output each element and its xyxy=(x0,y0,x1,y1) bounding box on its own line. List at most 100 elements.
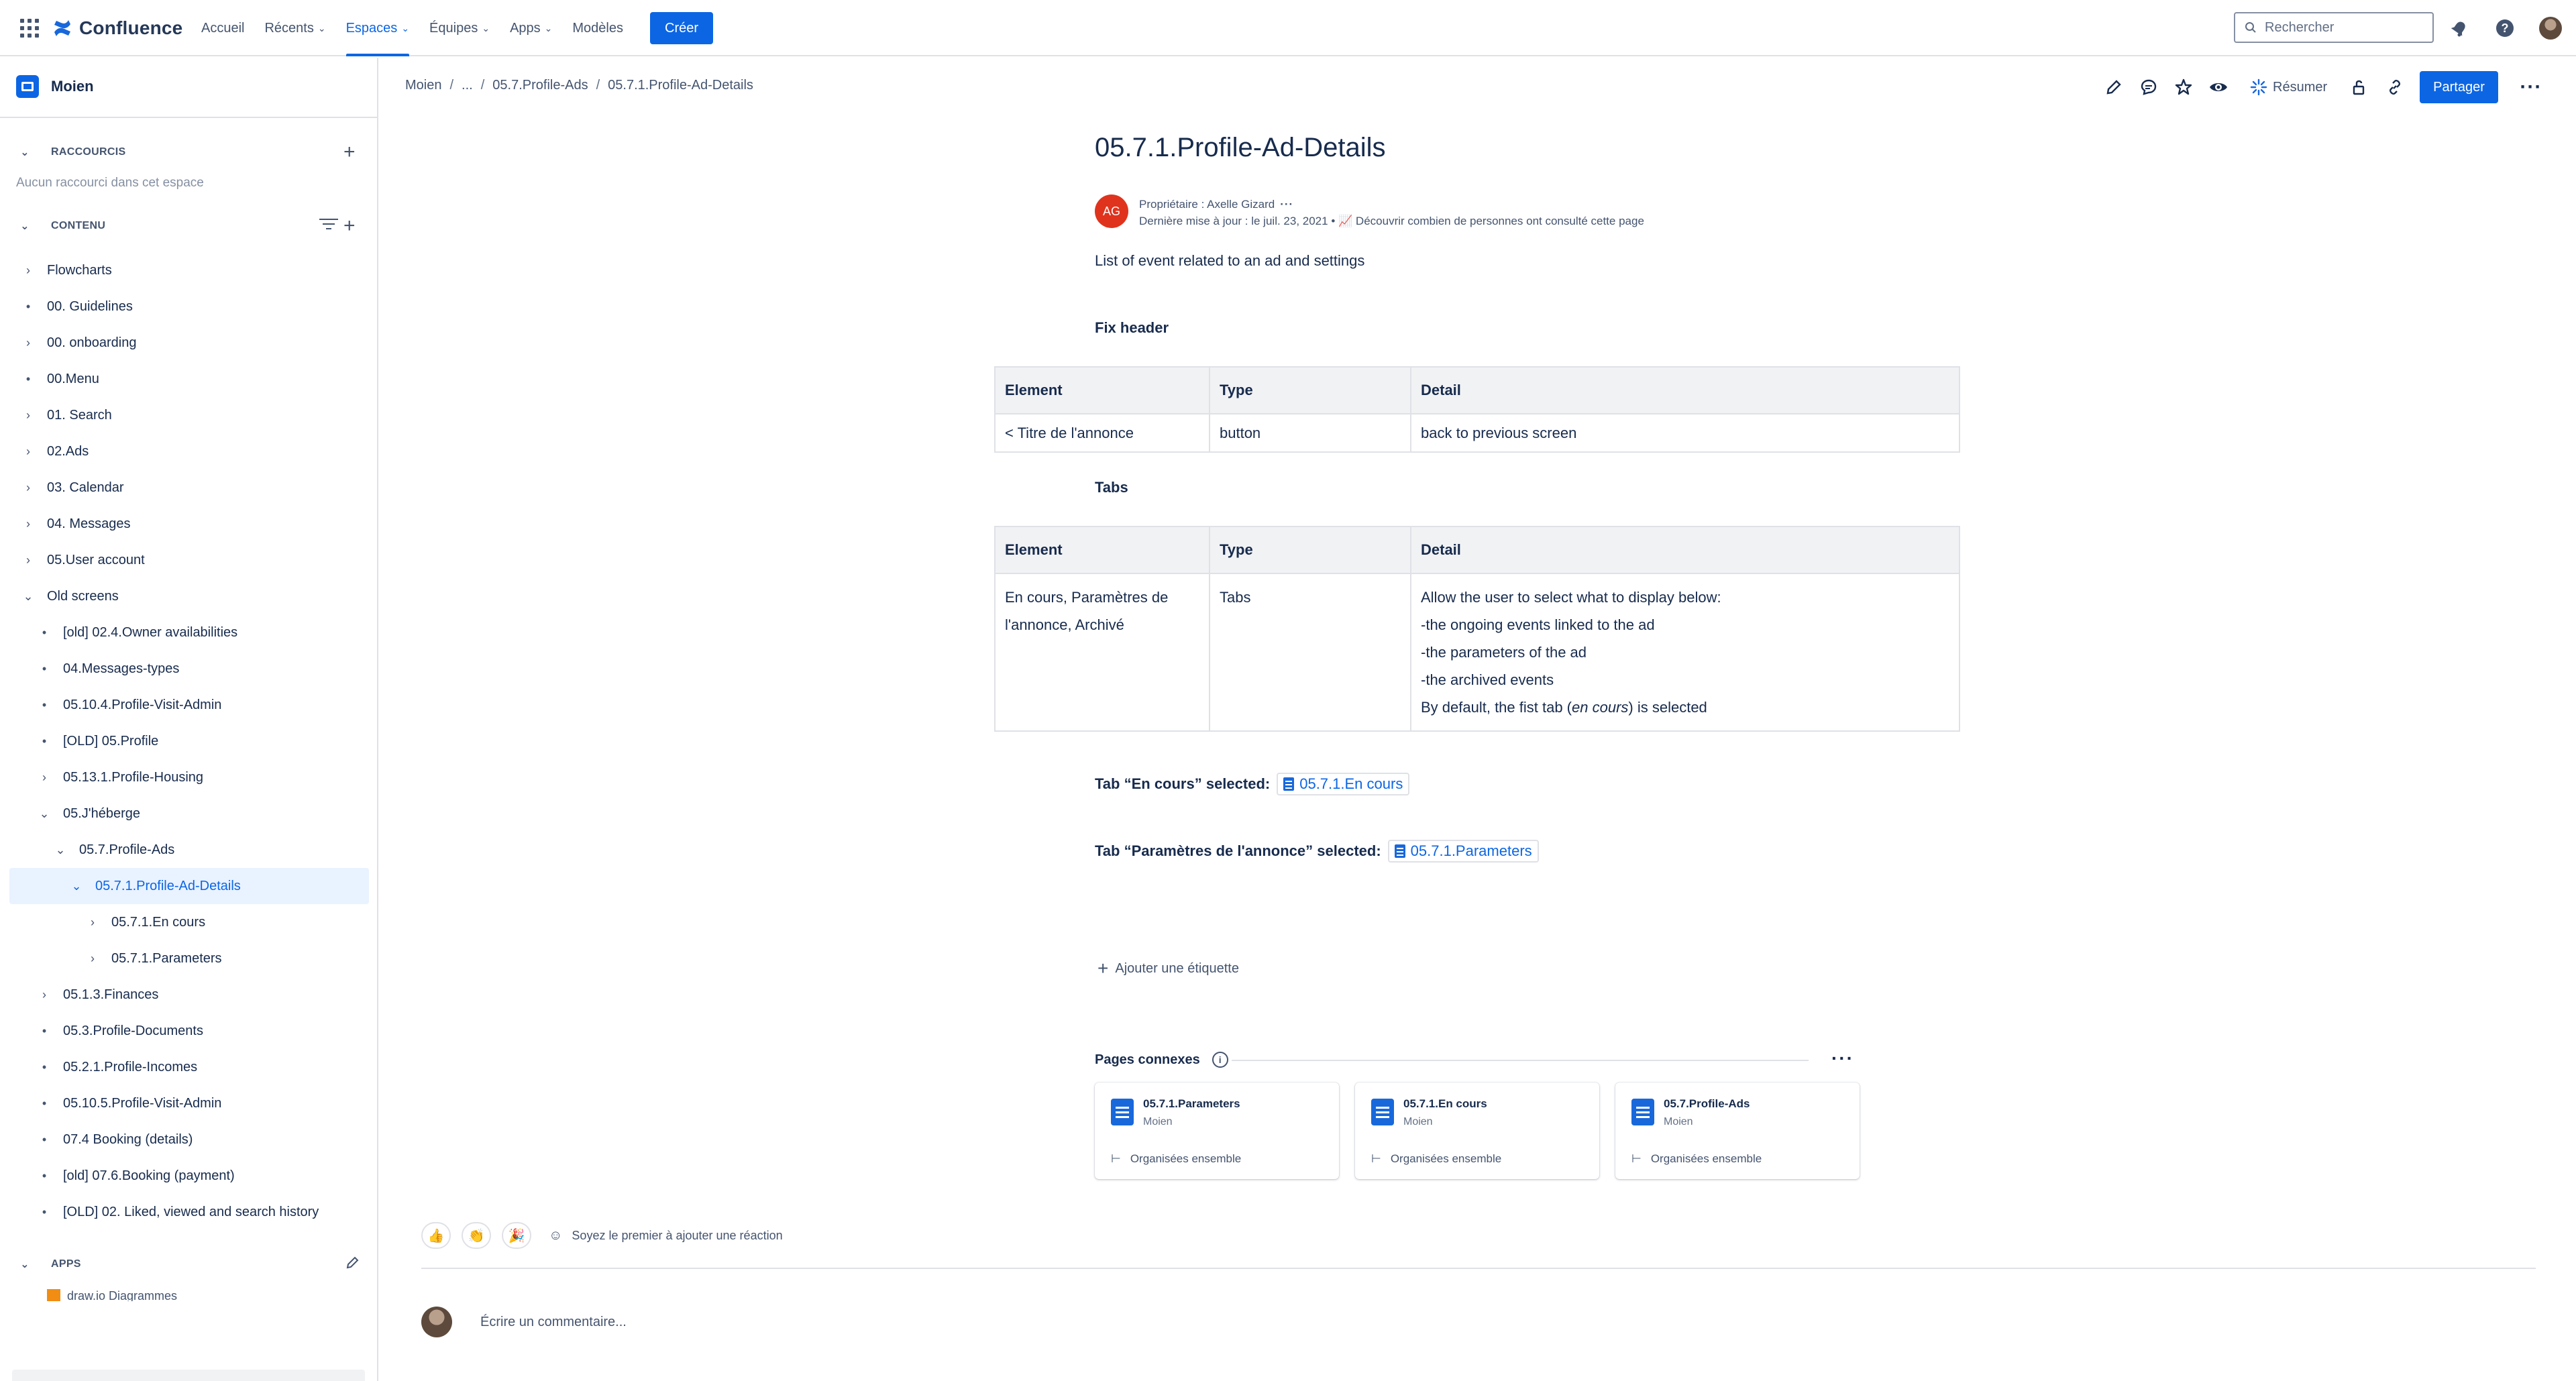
user-avatar[interactable] xyxy=(2537,15,2564,42)
more-actions-icon[interactable]: ··· xyxy=(2520,76,2541,98)
space-header[interactable]: Moien xyxy=(16,75,94,98)
notifications-icon[interactable] xyxy=(2446,15,2473,42)
add-label-button[interactable]: + Ajouter une étiquette xyxy=(1097,959,1239,978)
confluence-logo[interactable]: Confluence xyxy=(52,17,182,39)
chevron-right-icon[interactable]: › xyxy=(20,408,36,423)
tree-item[interactable]: • 07.4 Booking (details) xyxy=(0,1121,377,1158)
chevron-right-icon[interactable]: › xyxy=(36,988,52,1002)
tree-item[interactable]: › 05.User account xyxy=(0,542,377,578)
chevron-right-icon[interactable]: › xyxy=(36,771,52,785)
tree-item[interactable]: › 01. Search xyxy=(0,397,377,433)
tree-item[interactable]: • [OLD] 05.Profile xyxy=(0,723,377,759)
tree-item[interactable]: › 05.7.1.Parameters xyxy=(0,940,377,977)
nav-apps[interactable]: Apps ⌄ xyxy=(510,0,552,56)
comment-composer[interactable]: Écrire un commentaire... xyxy=(421,1307,627,1337)
add-reaction[interactable]: ☺ Soyez le premier à ajouter une réactio… xyxy=(549,1228,783,1244)
tree-item[interactable]: ⌄ 05.7.Profile-Ads xyxy=(0,832,377,868)
nav-spaces[interactable]: Espaces ⌄ xyxy=(345,0,410,56)
party-reaction-icon[interactable]: 🎉 xyxy=(502,1222,531,1249)
edit-icon[interactable] xyxy=(2104,77,2124,97)
clap-reaction-icon[interactable]: 👏 xyxy=(462,1222,491,1249)
byline-more-icon[interactable]: ··· xyxy=(1280,198,1293,211)
chevron-right-icon[interactable]: › xyxy=(20,336,36,350)
chevron-down-icon[interactable]: ⌄ xyxy=(20,590,36,604)
chevron-right-icon[interactable]: › xyxy=(20,264,36,278)
shortcuts-empty-text: Aucun raccourci dans cet espace xyxy=(16,176,204,190)
tree-item[interactable]: • 05.10.5.Profile-Visit-Admin xyxy=(0,1085,377,1121)
tree-item[interactable]: • 05.2.1.Profile-Incomes xyxy=(0,1049,377,1085)
owner-avatar[interactable]: AG xyxy=(1095,195,1128,228)
help-icon[interactable]: ? xyxy=(2491,15,2518,42)
tree-item[interactable]: • 00. Guidelines xyxy=(0,288,377,325)
nav-home[interactable]: Accueil xyxy=(201,0,244,56)
nav-recent[interactable]: Récents ⌄ xyxy=(264,0,325,56)
shortcuts-section-header[interactable]: ⌄ RACCOURCIS xyxy=(16,144,125,161)
page-link-en-cours[interactable]: 05.7.1.En cours xyxy=(1277,773,1410,795)
chevron-down-icon[interactable]: ⌄ xyxy=(36,807,52,821)
breadcrumb-ellipsis[interactable]: ... xyxy=(462,78,473,93)
related-page-card[interactable]: 05.7.1.Parameters Moien ⊢ Organisées ense… xyxy=(1095,1083,1339,1179)
more-icon[interactable]: ··· xyxy=(1831,1048,1854,1069)
chevron-right-icon[interactable]: › xyxy=(85,916,101,930)
info-icon[interactable]: i xyxy=(1212,1052,1228,1068)
thumbs-up-reaction-icon[interactable]: 👍 xyxy=(421,1222,451,1249)
nav-teams[interactable]: Équipes ⌄ xyxy=(429,0,490,56)
tree-item[interactable]: › 03. Calendar xyxy=(0,469,377,506)
restrictions-icon[interactable] xyxy=(2350,77,2370,97)
app-switcher-icon[interactable] xyxy=(20,19,39,38)
chevron-right-icon[interactable]: › xyxy=(20,481,36,495)
tree-item[interactable]: › 04. Messages xyxy=(0,506,377,542)
tree-item[interactable]: • 00.Menu xyxy=(0,361,377,397)
search-input[interactable]: Rechercher xyxy=(2234,12,2434,43)
chevron-down-icon[interactable]: ⌄ xyxy=(68,879,85,893)
page-views-link[interactable]: Découvrir combien de personnes ont consu… xyxy=(1356,215,1644,227)
nav-templates[interactable]: Modèles xyxy=(572,0,623,56)
share-button[interactable]: Partager xyxy=(2420,71,2498,103)
tree-item[interactable]: • 04.Messages-types xyxy=(0,651,377,687)
apps-section-header[interactable]: ⌄ APPS xyxy=(16,1256,81,1273)
tree-item-label: 05.10.5.Profile-Visit-Admin xyxy=(63,1095,222,1111)
page-link-parameters[interactable]: 05.7.1.Parameters xyxy=(1387,840,1539,863)
tree-item[interactable]: • 05.3.Profile-Documents xyxy=(0,1013,377,1049)
tree-item[interactable]: ⌄ 05.J'héberge xyxy=(0,795,377,832)
tree-item[interactable]: • 05.10.4.Profile-Visit-Admin xyxy=(0,687,377,723)
chevron-right-icon[interactable]: › xyxy=(85,952,101,966)
chevron-right-icon[interactable]: › xyxy=(20,445,36,459)
apps-item-drawio[interactable]: draw.io Diagrammes xyxy=(47,1289,177,1301)
watch-icon[interactable] xyxy=(2208,77,2229,97)
breadcrumb-item[interactable]: 05.7.1.Profile-Ad-Details xyxy=(608,78,753,93)
summarize-button[interactable]: Résumer xyxy=(2250,78,2327,96)
tree-item[interactable]: › 02.Ads xyxy=(0,433,377,469)
create-button[interactable]: Créer xyxy=(650,12,714,44)
tree-item[interactable]: › 05.13.1.Profile-Housing xyxy=(0,759,377,795)
fix-header-heading: Fix header xyxy=(1095,319,1169,336)
tree-item-current-page[interactable]: ⌄ 05.7.1.Profile-Ad-Details xyxy=(9,868,369,904)
content-section-header[interactable]: ⌄ CONTENU xyxy=(16,217,105,235)
add-shortcut-button[interactable]: + xyxy=(343,142,356,162)
related-page-card[interactable]: 05.7.Profile-Ads Moien ⊢ Organisées ensem… xyxy=(1615,1083,1860,1179)
chevron-right-icon[interactable]: › xyxy=(20,553,36,567)
owner-label[interactable]: Propriétaire : Axelle Gizard xyxy=(1139,198,1275,211)
edit-apps-icon[interactable] xyxy=(345,1256,360,1270)
tree-item[interactable]: › 05.1.3.Finances xyxy=(0,977,377,1013)
chevron-right-icon[interactable]: › xyxy=(20,517,36,531)
related-page-card[interactable]: 05.7.1.En cours Moien ⊢ Organisées ensemb… xyxy=(1355,1083,1599,1179)
star-icon[interactable] xyxy=(2174,77,2194,97)
tree-item[interactable]: › 00. onboarding xyxy=(0,325,377,361)
link-icon[interactable] xyxy=(2385,77,2405,97)
comment-icon[interactable] xyxy=(2139,77,2159,97)
chevron-down-icon[interactable]: ⌄ xyxy=(52,843,68,857)
breadcrumb-item[interactable]: Moien xyxy=(405,78,441,93)
tree-item[interactable]: › Flowcharts xyxy=(0,252,377,288)
add-content-button[interactable]: + xyxy=(343,216,356,236)
tree-item[interactable]: • [OLD] 02. Liked, viewed and search hist… xyxy=(0,1194,377,1230)
tree-item[interactable]: › 05.7.1.En cours xyxy=(0,904,377,940)
invite-people-button[interactable]: Inviter des personnes xyxy=(12,1370,365,1381)
tree-item[interactable]: • [old] 02.4.Owner availabilities xyxy=(0,614,377,651)
tree-item[interactable]: • [old] 07.6.Booking (payment) xyxy=(0,1158,377,1194)
tree-item[interactable]: ⌄ Old screens xyxy=(0,578,377,614)
page-actions: Résumer Partager ··· xyxy=(2104,71,2541,103)
breadcrumb-item[interactable]: 05.7.Profile-Ads xyxy=(492,78,588,93)
filter-icon[interactable] xyxy=(319,219,338,232)
comment-placeholder[interactable]: Écrire un commentaire... xyxy=(480,1315,627,1330)
